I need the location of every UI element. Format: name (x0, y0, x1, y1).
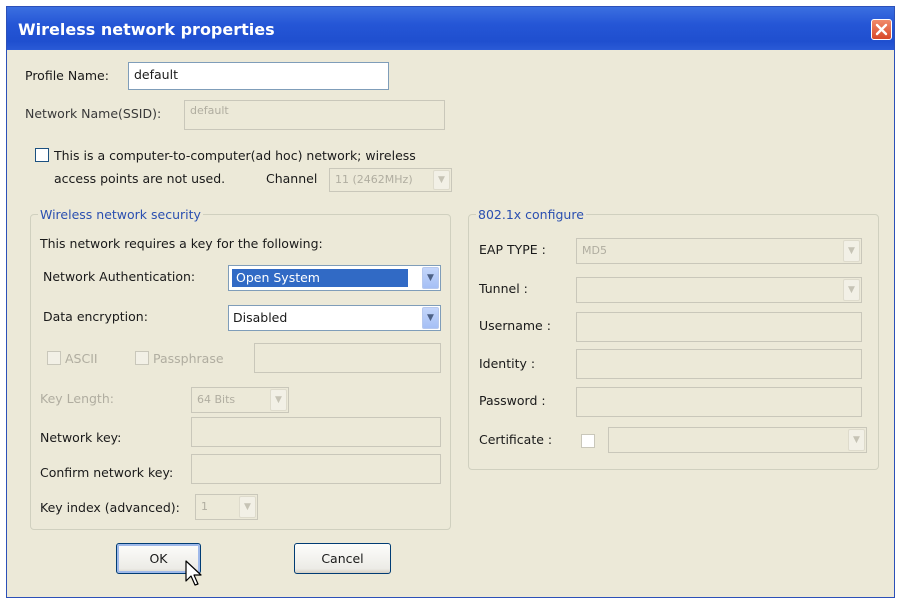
key-length-select[interactable]: 64 Bits ▼ (191, 387, 289, 413)
certificate-label: Certificate : (479, 432, 553, 447)
password-input[interactable] (576, 387, 862, 417)
window-title: Wireless network properties (18, 20, 275, 39)
channel-value: 11 (2462MHz) (335, 173, 413, 186)
close-button[interactable] (871, 19, 892, 40)
ssid-input[interactable]: default (184, 100, 445, 130)
username-input[interactable] (576, 312, 862, 342)
key-length-value: 64 Bits (197, 393, 236, 406)
ssid-label: Network Name(SSID): (25, 106, 162, 121)
profile-name-label: Profile Name: (25, 68, 109, 83)
cancel-button-label: Cancel (321, 551, 364, 566)
chevron-down-icon: ▼ (848, 429, 865, 451)
password-label: Password : (479, 393, 546, 408)
ssid-value: default (190, 104, 229, 117)
profile-name-input[interactable]: default (128, 62, 389, 90)
adhoc-label-line2: access points are not used. (54, 171, 226, 186)
chevron-down-icon[interactable]: ▼ (422, 267, 439, 289)
identity-input[interactable] (576, 349, 862, 379)
key-index-select[interactable]: 1 ▼ (195, 494, 258, 520)
close-icon (875, 23, 888, 36)
ok-button-label: OK (149, 551, 168, 566)
tunnel-select[interactable]: ▼ (576, 277, 862, 303)
adhoc-checkbox[interactable] (35, 148, 49, 162)
cancel-button[interactable]: Cancel (294, 543, 391, 574)
profile-name-value: default (134, 67, 178, 82)
channel-select[interactable]: 11 (2462MHz) ▼ (329, 168, 452, 192)
tunnel-label: Tunnel : (479, 281, 528, 296)
encryption-label: Data encryption: (43, 309, 148, 324)
chevron-down-icon: ▼ (843, 240, 860, 262)
network-key-input[interactable] (191, 417, 441, 447)
dialog-window: Wireless network properties Profile Name… (6, 6, 895, 598)
eap-type-label: EAP TYPE : (479, 242, 546, 257)
ascii-label: ASCII (65, 351, 98, 366)
key-length-label: Key Length: (40, 391, 114, 406)
username-label: Username : (479, 318, 551, 333)
channel-label: Channel (266, 171, 318, 186)
chevron-down-icon: ▼ (239, 496, 256, 518)
chevron-down-icon[interactable]: ▼ (422, 307, 439, 329)
mouse-pointer-icon (185, 560, 202, 586)
adhoc-label-line1: This is a computer-to-computer(ad hoc) n… (54, 148, 416, 163)
certificate-select[interactable]: ▼ (608, 427, 867, 453)
identity-label: Identity : (479, 356, 536, 371)
passphrase-checkbox[interactable] (135, 351, 149, 365)
passphrase-label: Passphrase (153, 351, 224, 366)
title-bar[interactable]: Wireless network properties (7, 7, 894, 50)
ascii-checkbox[interactable] (47, 351, 61, 365)
encryption-select[interactable]: Disabled ▼ (228, 305, 441, 331)
encryption-value: Disabled (233, 310, 288, 325)
auth-label: Network Authentication: (43, 269, 196, 284)
passphrase-input[interactable] (254, 343, 441, 373)
eap-type-value: MD5 (582, 244, 607, 257)
key-index-label: Key index (advanced): (40, 500, 180, 515)
chevron-down-icon: ▼ (843, 279, 860, 301)
security-intro: This network requires a key for the foll… (40, 236, 323, 251)
confirm-key-label: Confirm network key: (40, 465, 174, 480)
network-key-label: Network key: (40, 430, 122, 445)
wireless-security-legend: Wireless network security (38, 207, 203, 222)
auth-value: Open System (232, 269, 408, 287)
chevron-down-icon: ▼ (270, 389, 287, 411)
confirm-key-input[interactable] (191, 454, 441, 484)
dot1x-legend: 802.1x configure (476, 207, 586, 222)
chevron-down-icon: ▼ (433, 170, 450, 190)
auth-select[interactable]: Open System ▼ (228, 265, 441, 291)
certificate-checkbox[interactable] (581, 434, 595, 448)
key-index-value: 1 (201, 500, 208, 513)
eap-type-select[interactable]: MD5 ▼ (576, 238, 862, 264)
